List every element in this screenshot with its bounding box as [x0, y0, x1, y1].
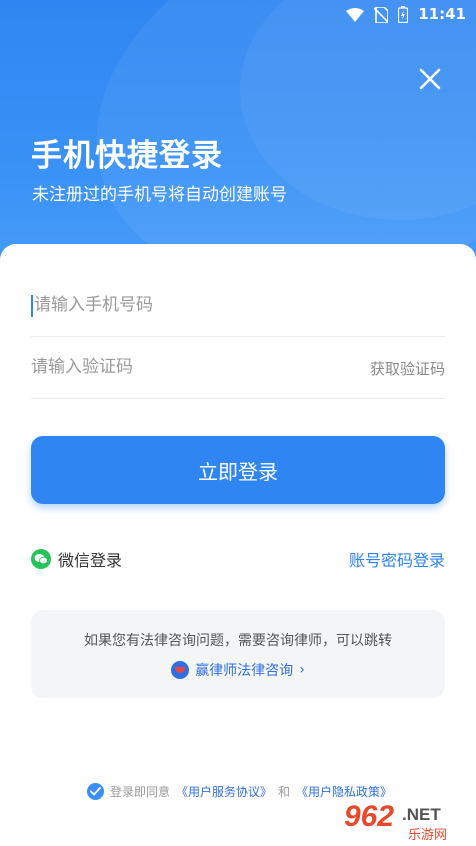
status-icons [346, 6, 408, 23]
watermark-sub: 乐游网 [408, 828, 447, 842]
service-agreement-link[interactable]: 《用户服务协议》 [176, 783, 272, 800]
lawyer-app-logo-icon [171, 661, 190, 679]
phone-field [31, 274, 445, 337]
lawyer-consult-label: 赢律师法律咨询 [195, 663, 294, 679]
lawyer-consult-link[interactable]: 赢律师法律咨询 › [31, 660, 445, 680]
page-subtitle: 未注册过的手机号将自动创建账号 [32, 185, 287, 205]
watermark-suffix: .NET [402, 805, 441, 824]
battery-icon [398, 6, 408, 23]
wechat-login-button[interactable]: 微信登录 [31, 547, 122, 571]
get-code-button[interactable]: 获取验证码 [370, 358, 445, 379]
chevron-right-icon: › [299, 662, 305, 678]
agreement-prefix: 登录即同意 [110, 785, 171, 799]
page-title: 手机快捷登录 [31, 138, 223, 174]
agreement-and: 和 [278, 785, 291, 799]
agree-checkbox[interactable] [87, 783, 104, 800]
verification-code-input[interactable] [31, 346, 331, 388]
status-bar: 11:41 [0, 0, 476, 30]
phone-input[interactable] [31, 284, 334, 326]
watermark-main: 962 [344, 800, 394, 833]
wechat-icon [31, 549, 51, 569]
promo-card: 如果您有法律咨询问题，需要咨询律师，可以跳转 赢律师法律咨询 › [31, 610, 445, 698]
site-watermark: 962 .NET 乐游网 [344, 800, 447, 842]
wechat-login-label: 微信登录 [58, 551, 123, 570]
wifi-icon [346, 7, 364, 22]
login-button[interactable]: 立即登录 [31, 436, 445, 504]
code-field: 获取验证码 [31, 336, 445, 399]
checkmark-icon [90, 787, 101, 796]
close-icon[interactable] [416, 65, 444, 93]
status-time: 11:41 [418, 5, 466, 23]
password-login-link[interactable]: 账号密码登录 [349, 547, 445, 571]
no-sim-icon [374, 6, 388, 23]
promo-text: 如果您有法律咨询问题，需要咨询律师，可以跳转 [84, 633, 392, 649]
